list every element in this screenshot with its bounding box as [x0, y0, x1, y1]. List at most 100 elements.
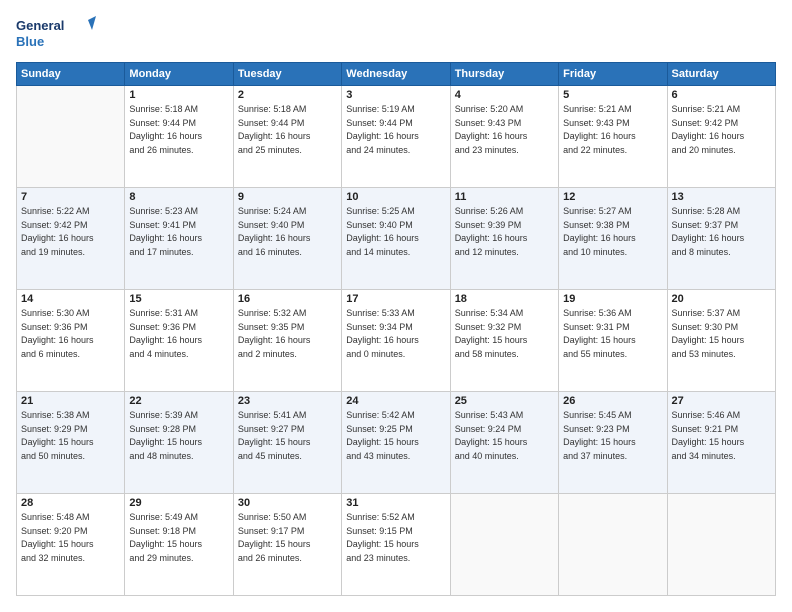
weekday-header-saturday: Saturday [667, 63, 775, 86]
day-number: 17 [346, 293, 445, 305]
day-info: Sunrise: 5:49 AMSunset: 9:18 PMDaylight:… [129, 511, 228, 565]
day-info: Sunrise: 5:52 AMSunset: 9:15 PMDaylight:… [346, 511, 445, 565]
calendar-cell: 12Sunrise: 5:27 AMSunset: 9:38 PMDayligh… [559, 188, 667, 290]
day-info: Sunrise: 5:43 AMSunset: 9:24 PMDaylight:… [455, 409, 554, 463]
weekday-header-row: SundayMondayTuesdayWednesdayThursdayFrid… [17, 63, 776, 86]
calendar-cell: 18Sunrise: 5:34 AMSunset: 9:32 PMDayligh… [450, 290, 558, 392]
day-number: 3 [346, 89, 445, 101]
day-info: Sunrise: 5:25 AMSunset: 9:40 PMDaylight:… [346, 205, 445, 259]
svg-text:General: General [16, 18, 64, 33]
calendar-cell [17, 86, 125, 188]
weekday-header-wednesday: Wednesday [342, 63, 450, 86]
calendar-cell [450, 494, 558, 596]
day-number: 12 [563, 191, 662, 203]
day-info: Sunrise: 5:31 AMSunset: 9:36 PMDaylight:… [129, 307, 228, 361]
day-info: Sunrise: 5:30 AMSunset: 9:36 PMDaylight:… [21, 307, 120, 361]
day-info: Sunrise: 5:48 AMSunset: 9:20 PMDaylight:… [21, 511, 120, 565]
day-number: 31 [346, 497, 445, 509]
week-row-1: 1Sunrise: 5:18 AMSunset: 9:44 PMDaylight… [17, 86, 776, 188]
calendar-cell: 7Sunrise: 5:22 AMSunset: 9:42 PMDaylight… [17, 188, 125, 290]
weekday-header-thursday: Thursday [450, 63, 558, 86]
day-number: 30 [238, 497, 337, 509]
day-info: Sunrise: 5:18 AMSunset: 9:44 PMDaylight:… [129, 103, 228, 157]
day-number: 21 [21, 395, 120, 407]
day-number: 6 [672, 89, 771, 101]
day-info: Sunrise: 5:41 AMSunset: 9:27 PMDaylight:… [238, 409, 337, 463]
weekday-header-sunday: Sunday [17, 63, 125, 86]
calendar-cell: 13Sunrise: 5:28 AMSunset: 9:37 PMDayligh… [667, 188, 775, 290]
calendar-cell: 31 Sunrise: 5:52 AMSunset: 9:15 PMDayligh… [342, 494, 450, 596]
day-info: Sunrise: 5:39 AMSunset: 9:28 PMDaylight:… [129, 409, 228, 463]
day-info: Sunrise: 5:22 AMSunset: 9:42 PMDaylight:… [21, 205, 120, 259]
calendar-cell: 19Sunrise: 5:36 AMSunset: 9:31 PMDayligh… [559, 290, 667, 392]
calendar-cell: 25Sunrise: 5:43 AMSunset: 9:24 PMDayligh… [450, 392, 558, 494]
calendar-cell [559, 494, 667, 596]
calendar-cell: 5 Sunrise: 5:21 AMSunset: 9:43 PMDaylight… [559, 86, 667, 188]
day-number: 20 [672, 293, 771, 305]
week-row-2: 7Sunrise: 5:22 AMSunset: 9:42 PMDaylight… [17, 188, 776, 290]
calendar-cell: 16 Sunrise: 5:32 AMSunset: 9:35 PMDayligh… [233, 290, 341, 392]
calendar-cell: 22Sunrise: 5:39 AMSunset: 9:28 PMDayligh… [125, 392, 233, 494]
calendar-cell: 29 Sunrise: 5:49 AMSunset: 9:18 PMDayligh… [125, 494, 233, 596]
day-info: Sunrise: 5:37 AMSunset: 9:30 PMDaylight:… [672, 307, 771, 361]
logo-icon: General Blue [16, 16, 96, 52]
logo: General Blue [16, 16, 96, 52]
day-number: 27 [672, 395, 771, 407]
day-number: 14 [21, 293, 120, 305]
calendar-cell: 3 Sunrise: 5:19 AMSunset: 9:44 PMDaylight… [342, 86, 450, 188]
calendar-cell: 10 Sunrise: 5:25 AMSunset: 9:40 PMDayligh… [342, 188, 450, 290]
calendar-cell: 17 Sunrise: 5:33 AMSunset: 9:34 PMDayligh… [342, 290, 450, 392]
day-number: 5 [563, 89, 662, 101]
day-info: Sunrise: 5:38 AMSunset: 9:29 PMDaylight:… [21, 409, 120, 463]
calendar-cell: 6 Sunrise: 5:21 AMSunset: 9:42 PMDaylight… [667, 86, 775, 188]
calendar-cell: 2 Sunrise: 5:18 AMSunset: 9:44 PMDaylight… [233, 86, 341, 188]
day-info: Sunrise: 5:23 AMSunset: 9:41 PMDaylight:… [129, 205, 228, 259]
day-number: 19 [563, 293, 662, 305]
day-info: Sunrise: 5:21 AMSunset: 9:43 PMDaylight:… [563, 103, 662, 157]
calendar-cell [667, 494, 775, 596]
page: General Blue SundayMondayTuesdayWednesda… [0, 0, 792, 612]
day-number: 9 [238, 191, 337, 203]
day-number: 8 [129, 191, 228, 203]
day-info: Sunrise: 5:34 AMSunset: 9:32 PMDaylight:… [455, 307, 554, 361]
calendar-cell: 15 Sunrise: 5:31 AMSunset: 9:36 PMDayligh… [125, 290, 233, 392]
calendar-cell: 30Sunrise: 5:50 AMSunset: 9:17 PMDayligh… [233, 494, 341, 596]
calendar-cell: 26Sunrise: 5:45 AMSunset: 9:23 PMDayligh… [559, 392, 667, 494]
day-number: 10 [346, 191, 445, 203]
day-info: Sunrise: 5:28 AMSunset: 9:37 PMDaylight:… [672, 205, 771, 259]
day-info: Sunrise: 5:33 AMSunset: 9:34 PMDaylight:… [346, 307, 445, 361]
calendar-cell: 27 Sunrise: 5:46 AMSunset: 9:21 PMDayligh… [667, 392, 775, 494]
day-info: Sunrise: 5:24 AMSunset: 9:40 PMDaylight:… [238, 205, 337, 259]
day-info: Sunrise: 5:42 AMSunset: 9:25 PMDaylight:… [346, 409, 445, 463]
header: General Blue [16, 16, 776, 52]
calendar-cell: 1Sunrise: 5:18 AMSunset: 9:44 PMDaylight… [125, 86, 233, 188]
calendar-cell: 28 Sunrise: 5:48 AMSunset: 9:20 PMDayligh… [17, 494, 125, 596]
calendar-cell: 4Sunrise: 5:20 AMSunset: 9:43 PMDaylight… [450, 86, 558, 188]
day-number: 28 [21, 497, 120, 509]
calendar-cell: 23 Sunrise: 5:41 AMSunset: 9:27 PMDayligh… [233, 392, 341, 494]
weekday-header-monday: Monday [125, 63, 233, 86]
day-info: Sunrise: 5:19 AMSunset: 9:44 PMDaylight:… [346, 103, 445, 157]
calendar-cell: 11 Sunrise: 5:26 AMSunset: 9:39 PMDayligh… [450, 188, 558, 290]
svg-text:Blue: Blue [16, 34, 44, 49]
day-info: Sunrise: 5:32 AMSunset: 9:35 PMDaylight:… [238, 307, 337, 361]
day-number: 2 [238, 89, 337, 101]
weekday-header-tuesday: Tuesday [233, 63, 341, 86]
calendar-cell: 9 Sunrise: 5:24 AMSunset: 9:40 PMDaylight… [233, 188, 341, 290]
day-info: Sunrise: 5:21 AMSunset: 9:42 PMDaylight:… [672, 103, 771, 157]
calendar-cell: 21 Sunrise: 5:38 AMSunset: 9:29 PMDayligh… [17, 392, 125, 494]
day-number: 15 [129, 293, 228, 305]
day-number: 23 [238, 395, 337, 407]
calendar-cell: 24Sunrise: 5:42 AMSunset: 9:25 PMDayligh… [342, 392, 450, 494]
day-number: 29 [129, 497, 228, 509]
calendar-cell: 14 Sunrise: 5:30 AMSunset: 9:36 PMDayligh… [17, 290, 125, 392]
day-info: Sunrise: 5:18 AMSunset: 9:44 PMDaylight:… [238, 103, 337, 157]
day-info: Sunrise: 5:26 AMSunset: 9:39 PMDaylight:… [455, 205, 554, 259]
week-row-3: 14 Sunrise: 5:30 AMSunset: 9:36 PMDayligh… [17, 290, 776, 392]
calendar-table: SundayMondayTuesdayWednesdayThursdayFrid… [16, 62, 776, 596]
day-number: 16 [238, 293, 337, 305]
day-info: Sunrise: 5:46 AMSunset: 9:21 PMDaylight:… [672, 409, 771, 463]
weekday-header-friday: Friday [559, 63, 667, 86]
day-info: Sunrise: 5:20 AMSunset: 9:43 PMDaylight:… [455, 103, 554, 157]
day-number: 11 [455, 191, 554, 203]
